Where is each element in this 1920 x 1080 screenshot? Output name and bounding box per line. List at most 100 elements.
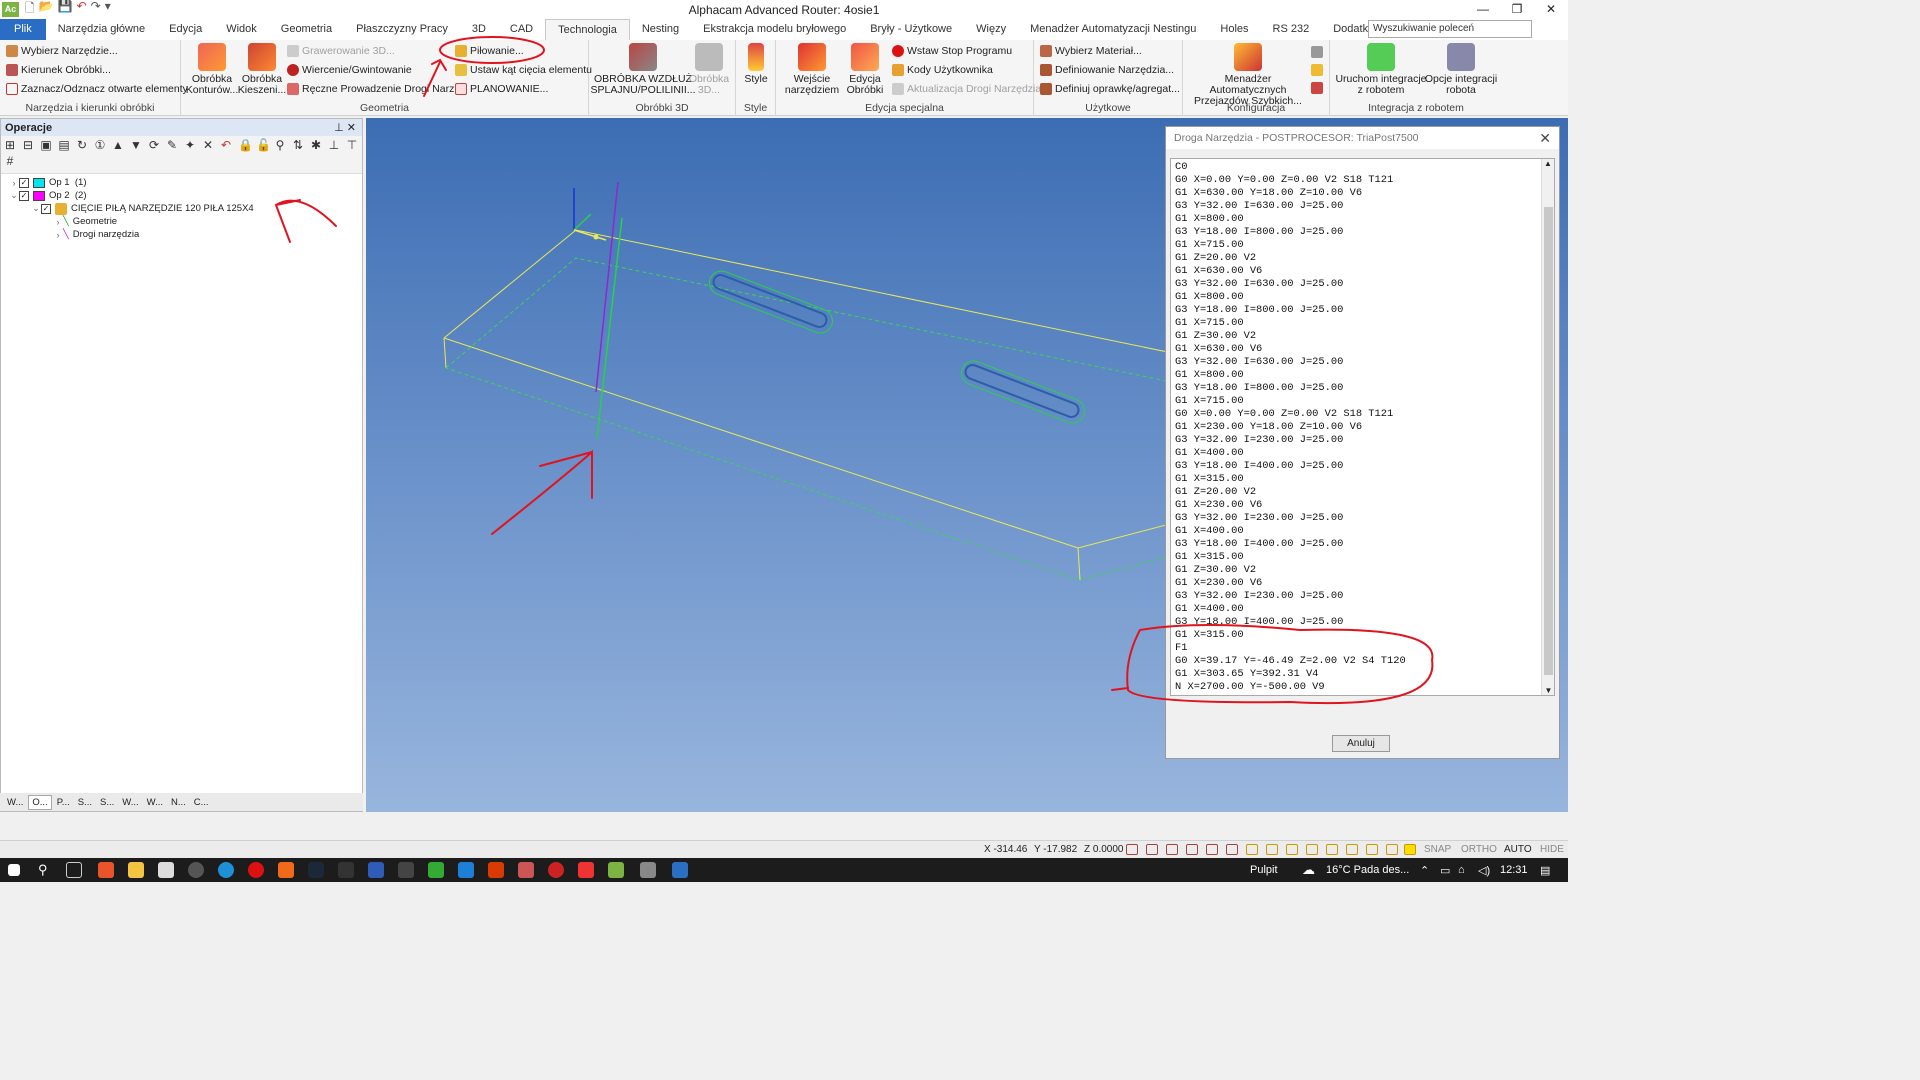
pin-close-icon[interactable]: ⊥ ✕ [334,121,356,134]
tab-holes[interactable]: Holes [1208,19,1260,40]
snap-icon[interactable] [1326,844,1338,855]
robot-options-button[interactable]: Opcje integracji robota [1424,43,1498,96]
tab-3d[interactable]: 3D [460,19,498,40]
undo-icon[interactable]: ↶ [77,0,87,20]
app-icon-red[interactable] [518,862,534,878]
panel-tab[interactable]: S... [75,796,95,809]
tree-item-toolpaths[interactable]: › ╲ Drogi narzędzia [1,228,362,241]
app-icon-orange[interactable] [278,862,294,878]
collapse-icon[interactable]: ⊟ [22,138,34,152]
app-icon-cube[interactable] [398,862,414,878]
engrave-3d-button[interactable]: Grawerowanie 3D... [287,45,395,57]
sort-icon[interactable]: ⇅ [292,138,304,152]
redo-icon[interactable]: ↷ [91,0,101,20]
snap-icon[interactable] [1166,844,1178,855]
merge-icon[interactable]: ⊤ [346,138,358,152]
sawing-button[interactable]: Piłowanie... [455,45,524,57]
app-icon-window[interactable] [672,862,688,878]
brave-icon[interactable] [98,862,114,878]
collapse-arrow-icon[interactable]: ⌄ [31,203,41,214]
panel-tab[interactable]: S... [97,796,117,809]
panel-tab[interactable]: C... [191,796,212,809]
undo-op-icon[interactable]: ↶ [220,138,232,152]
open-folder-icon[interactable]: 📂 [39,0,54,20]
copy-icon[interactable]: ▣ [40,138,52,152]
style-button[interactable]: Style [740,43,772,85]
expand-icon[interactable]: ⊞ [4,138,16,152]
checkbox[interactable]: ✓ [19,177,29,188]
snap-icon[interactable] [1404,844,1416,855]
checkbox[interactable]: ✓ [19,190,29,201]
windows-start-icon[interactable] [8,864,20,876]
select-tool-button[interactable]: Wybierz Narzędzie... [6,45,118,57]
pocket-machining-button[interactable]: Obróbka Kieszeni... [238,43,286,96]
move-up-icon[interactable]: ▲ [112,138,124,152]
expand-arrow-icon[interactable]: › [53,230,63,240]
volume-icon[interactable]: ◁) [1478,864,1490,877]
tab-wiezy[interactable]: Więzy [964,19,1018,40]
minimize-button[interactable]: — [1466,0,1500,19]
tool-entry-button[interactable]: Wejście narzędziem [780,43,844,96]
config-tool-icon[interactable] [1311,46,1323,58]
snap-icon[interactable] [1226,844,1238,855]
define-tool-button[interactable]: Definiowanie Narzędzia... [1040,64,1174,76]
move-down-icon[interactable]: ▼ [130,138,142,152]
tab-bryly-uzytkowe[interactable]: Bryły - Użytkowe [858,19,964,40]
tree-item-op1[interactable]: › ✓ Op 1 (1) [1,176,362,189]
star-icon[interactable]: ✱ [310,138,322,152]
hide-mode[interactable]: HIDE [1540,844,1564,855]
edit-machining-button[interactable]: Edycja Obróbki [844,43,886,96]
wand-icon[interactable]: ✦ [184,138,196,152]
notifications-icon[interactable]: ▤ [1540,864,1550,877]
auto-mode[interactable]: AUTO [1504,844,1532,855]
tab-rs232[interactable]: RS 232 [1261,19,1322,40]
task-view-icon[interactable] [66,862,82,878]
network-icon[interactable]: ⌂ [1458,864,1465,876]
panel-tab[interactable]: W... [144,796,166,809]
define-holder-button[interactable]: Definiuj oprawkę/agregat... [1040,83,1180,95]
save-icon[interactable]: 💾 [58,0,73,20]
file-explorer-icon[interactable] [128,862,144,878]
insert-stop-button[interactable]: Wstaw Stop Programu [892,45,1012,57]
select-material-button[interactable]: Wybierz Materiał... [1040,45,1142,57]
snap-icon[interactable] [1186,844,1198,855]
tab-narzedzia-glowne[interactable]: Narzędzia główne [46,19,157,40]
planing-button[interactable]: PLANOWANIE... [455,83,548,95]
tree-item-geometries[interactable]: › ╲ Geometrie [1,215,362,228]
paste-icon[interactable]: ▤ [58,138,70,152]
tab-nesting[interactable]: Nesting [630,19,691,40]
expand-arrow-icon[interactable]: › [9,178,19,188]
panel-tab[interactable]: W... [119,796,141,809]
cancel-button[interactable]: Anuluj [1332,735,1390,752]
close-button[interactable]: ✕ [1534,0,1568,19]
snap-icon[interactable] [1246,844,1258,855]
scroll-up-icon[interactable]: ▲ [1542,159,1554,168]
collapse-arrow-icon[interactable]: ⌄ [9,190,19,201]
customize-qat-icon[interactable]: ▾ [105,0,111,20]
run-robot-integration-button[interactable]: Uruchom integracje z robotem [1334,43,1428,96]
app-icon-gray[interactable] [640,862,656,878]
panel-tab[interactable]: P... [54,796,73,809]
config-pen-icon[interactable] [1311,64,1323,76]
panel-tab[interactable]: W... [4,796,26,809]
tray-chevron-icon[interactable]: ⌃ [1420,864,1429,877]
lock-icon[interactable]: 🔒 [238,138,253,152]
weather-text[interactable]: 16°C Pada des... [1326,864,1409,876]
tab-plaszczyzny-pracy[interactable]: Płaszczyzny Pracy [344,19,460,40]
tab-technologia[interactable]: Technologia [545,19,630,40]
app-icon-target[interactable] [548,862,564,878]
app-icon-terminal[interactable] [338,862,354,878]
unlock-icon[interactable]: 🔓 [256,138,271,152]
snap-icon[interactable] [1206,844,1218,855]
steam-icon[interactable] [308,862,324,878]
tab-cad[interactable]: CAD [498,19,545,40]
renumber-icon[interactable]: ↻ [76,138,88,152]
binoculars-icon[interactable]: ⚲ [274,138,286,152]
edit-icon[interactable]: ✎ [166,138,178,152]
snap-mode[interactable]: SNAP [1424,844,1451,855]
machining-direction-button[interactable]: Kierunek Obróbki... [6,64,111,76]
snap-icon[interactable] [1386,844,1398,855]
ortho-mode[interactable]: ORTHO [1461,844,1497,855]
snap-icon[interactable] [1286,844,1298,855]
tab-menadzer-nestingu[interactable]: Menadżer Automatyzacji Nestingu [1018,19,1208,40]
